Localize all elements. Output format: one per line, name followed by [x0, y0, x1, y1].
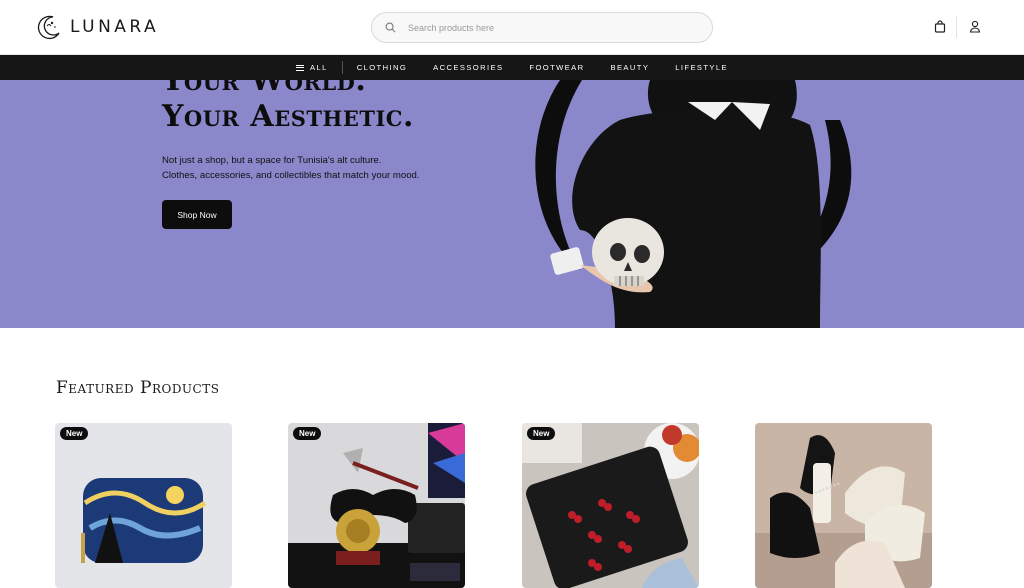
nav-separator [341, 61, 343, 74]
hero-subtitle: Not just a shop, but a space for Tunisia… [162, 153, 482, 183]
cart-icon[interactable] [932, 18, 948, 34]
user-icon[interactable] [967, 18, 983, 34]
hero-subtitle-line2: Clothes, accessories, and collectibles t… [162, 170, 420, 181]
axe-controller-stand-image [288, 423, 465, 588]
hero-model-image [535, 80, 852, 328]
product-card-cherry-bag[interactable]: New [522, 423, 699, 588]
hero-banner: Your World. Your Aesthetic. Not just a s… [0, 80, 1024, 328]
new-badge: New [293, 427, 322, 440]
nav-all[interactable]: ALL [296, 63, 328, 72]
nav-all-label: ALL [310, 63, 328, 72]
new-badge: New [527, 427, 556, 440]
platform-mary-jane-shoes-image [755, 423, 932, 588]
site-header: LUNARA [0, 0, 1024, 55]
search-input[interactable] [408, 22, 688, 33]
moon-logo-icon [37, 15, 60, 40]
hero-title-line1: Your World. [162, 80, 367, 98]
starry-night-wallet-image [55, 423, 232, 588]
featured-products-heading: Featured Products [56, 378, 220, 398]
hero-subtitle-line1: Not just a shop, but a space for Tunisia… [162, 155, 382, 166]
nav-lifestyle[interactable]: LIFESTYLE [675, 63, 728, 72]
brand-logo[interactable]: LUNARA [36, 14, 159, 40]
product-card-wallet[interactable]: New [55, 423, 232, 588]
category-nav: ALL CLOTHING ACCESSORIES FOOTWEAR BEAUTY… [0, 55, 1024, 80]
header-divider [956, 16, 957, 38]
hero-title-line2: Your Aesthetic. [162, 99, 414, 134]
search-icon [385, 22, 396, 33]
product-card-shoes[interactable] [755, 423, 932, 588]
nav-clothing[interactable]: CLOTHING [357, 63, 407, 72]
nav-footwear[interactable]: FOOTWEAR [529, 63, 584, 72]
brand-name: LUNARA [70, 17, 160, 37]
new-badge: New [60, 427, 89, 440]
nav-accessories[interactable]: ACCESSORIES [433, 63, 503, 72]
menu-icon [296, 64, 304, 71]
search-bar[interactable] [371, 12, 713, 43]
cherry-embroidered-bag-image [522, 423, 699, 588]
shop-now-button[interactable]: Shop Now [162, 200, 232, 229]
product-card-controller-stand[interactable]: New [288, 423, 465, 588]
nav-beauty[interactable]: BEAUTY [611, 63, 650, 72]
